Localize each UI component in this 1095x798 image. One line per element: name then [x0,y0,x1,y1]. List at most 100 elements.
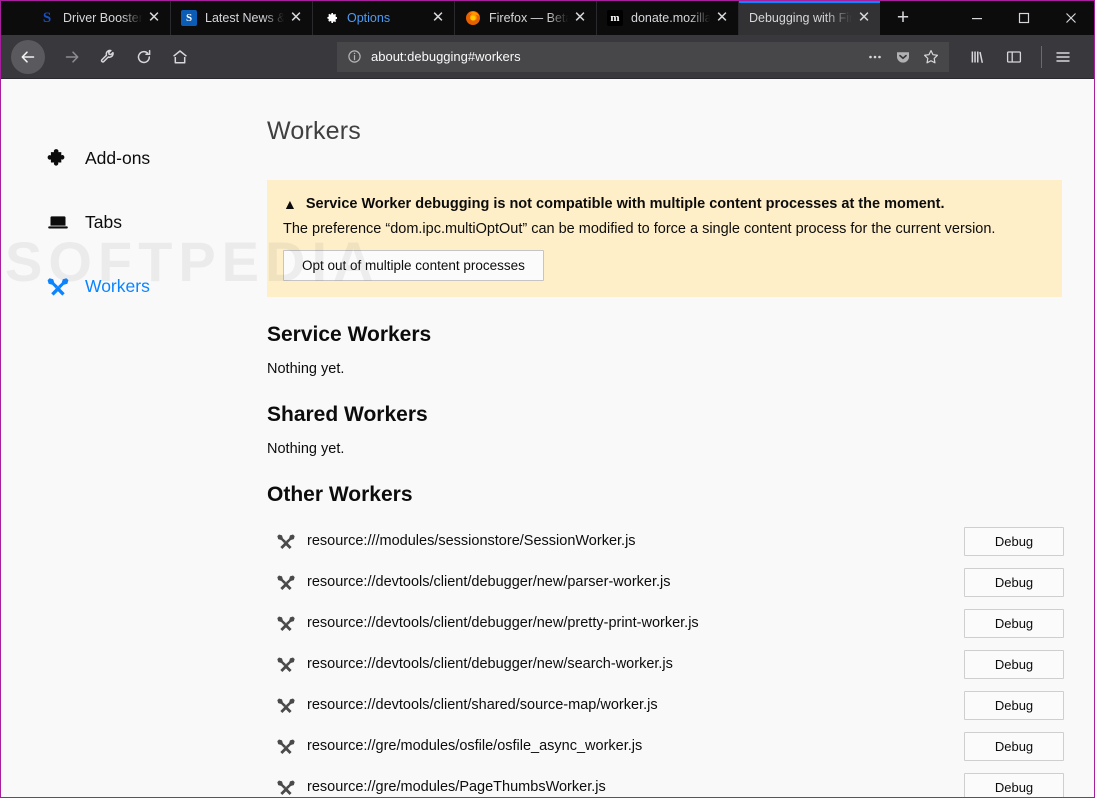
tab-driver-booster[interactable]: S Driver Booster Do ✕ [29,1,171,35]
tab-title: Latest News & R [205,11,286,25]
worker-row: resource://devtools/client/debugger/new/… [267,644,1064,685]
multiprocess-warning-box: ▲ Service Worker debugging is not compat… [267,180,1062,297]
library-icon[interactable] [963,42,993,72]
worker-row: resource://devtools/client/debugger/new/… [267,603,1064,644]
warning-subtext: The preference “dom.ipc.multiOptOut” can… [283,220,996,237]
sidebar-item-tabs[interactable]: Tabs [1,203,267,241]
gear-icon [323,10,339,26]
iobit-s-icon: S [42,9,52,26]
crossed-hammers-icon [275,530,297,552]
info-circle-icon[interactable] [347,49,362,64]
debug-button[interactable]: Debug [964,649,1064,679]
tab-donate-mozilla[interactable]: m donate.mozilla.o ✕ [597,1,739,35]
debugging-sidebar: Add-ons Tabs Workers [1,79,267,797]
sidebar-item-workers[interactable]: Workers [1,267,267,305]
tab-title: Debugging with Fire [749,11,854,25]
opt-out-button[interactable]: Opt out of multiple content processes [283,249,544,281]
browser-window: S Driver Booster Do ✕ S Latest News & R … [0,0,1095,798]
wrench-icon[interactable] [93,42,123,72]
sidebar-item-label: Add-ons [85,147,151,168]
worker-row: resource://devtools/client/debugger/new/… [267,562,1064,603]
worker-name: resource://gre/modules/osfile/osfile_asy… [307,738,643,755]
url-bar[interactable]: about:debugging#workers [337,41,949,72]
debug-button[interactable]: Debug [964,526,1064,556]
sidebar-toggle-icon[interactable] [999,42,1029,72]
maximize-icon[interactable] [1000,1,1047,35]
hamburger-menu-icon[interactable] [1048,42,1078,72]
sidebar-item-label: Workers [85,275,150,296]
forward-arrow-icon[interactable] [57,42,87,72]
worker-name: resource://devtools/client/shared/source… [307,697,658,714]
worker-name: resource://devtools/client/debugger/new/… [307,656,673,673]
tab-title: Options [347,11,391,25]
worker-row: resource://gre/modules/PageThumbsWorker.… [267,767,1064,797]
section-heading-other-workers: Other Workers [267,482,413,506]
crossed-hammers-icon [275,653,297,675]
sidebar-item-label: Tabs [85,211,122,232]
toolbar-separator [1041,45,1042,68]
toolbar-right-actions [963,42,1084,72]
tab-title: Driver Booster Do [63,11,144,25]
debug-button[interactable]: Debug [964,608,1064,638]
url-bar-actions [863,45,943,69]
worker-name: resource://devtools/client/debugger/new/… [307,615,699,632]
warning-heading: Service Worker debugging is not compatib… [305,196,945,212]
warning-triangle-icon: ▲ [283,196,297,212]
crossed-hammers-icon [275,776,297,797]
new-tab-button[interactable]: + [881,1,925,35]
crossed-hammers-icon [275,612,297,634]
tab-options[interactable]: Options ✕ [313,1,455,35]
home-icon[interactable] [165,42,195,72]
debug-button[interactable]: Debug [964,772,1064,797]
tab-close-icon[interactable]: ✕ [286,1,306,35]
warning-heading-row: ▲ Service Worker debugging is not compat… [283,196,1044,213]
tab-debugging-with-firefox[interactable]: Debugging with Fire ✕ [739,1,881,35]
tab-close-icon[interactable]: ✕ [144,1,164,35]
tab-close-icon[interactable]: ✕ [428,1,448,35]
shared-workers-empty: Nothing yet. [267,440,345,457]
navigation-toolbar: about:debugging#workers [1,35,1094,79]
close-icon[interactable] [1047,1,1094,35]
section-heading-shared-workers: Shared Workers [267,402,428,426]
puzzle-piece-icon [45,145,71,171]
tab-latest-news[interactable]: S Latest News & R ✕ [171,1,313,35]
service-workers-empty: Nothing yet. [267,360,345,377]
tab-title: Firefox — Beta N [489,11,570,25]
page-title: Workers [267,117,362,145]
worker-row: resource:///modules/sessionstore/Session… [267,521,1064,562]
tab-list: S Driver Booster Do ✕ S Latest News & R … [29,1,881,35]
debug-button[interactable]: Debug [964,690,1064,720]
tab-strip: S Driver Booster Do ✕ S Latest News & R … [1,1,1094,35]
ellipsis-icon[interactable] [863,45,887,69]
laptop-icon [45,209,71,235]
debug-button[interactable]: Debug [964,731,1064,761]
sidebar-item-addons[interactable]: Add-ons [1,139,267,177]
other-workers-list: resource:///modules/sessionstore/Session… [267,521,1064,797]
crossed-hammers-icon [275,694,297,716]
window-controls [953,1,1094,35]
debug-button[interactable]: Debug [964,567,1064,597]
back-arrow-icon[interactable] [11,39,45,74]
pocket-icon[interactable] [891,45,915,69]
mozilla-m-icon: m [607,10,623,26]
url-input[interactable]: about:debugging#workers [371,49,863,64]
workers-panel: Workers ▲ Service Worker debugging is no… [267,79,1094,797]
tab-firefox-beta[interactable]: Firefox — Beta N ✕ [455,1,597,35]
tabstrip-left-spacer [1,1,29,35]
tab-close-icon[interactable]: ✕ [854,1,874,35]
worker-name: resource://gre/modules/PageThumbsWorker.… [307,779,606,796]
reload-icon[interactable] [129,42,159,72]
crossed-hammers-icon [275,735,297,757]
crossed-hammers-icon [275,571,297,593]
softpedia-s-icon: S [181,10,197,26]
worker-name: resource:///modules/sessionstore/Session… [307,533,636,550]
tab-close-icon[interactable]: ✕ [570,1,590,35]
minimize-icon[interactable] [953,1,1000,35]
section-heading-service-workers: Service Workers [267,322,432,346]
page-content: SOFTPEDIA Add-ons Tabs Workers Workers ▲… [1,79,1094,797]
tab-close-icon[interactable]: ✕ [712,1,732,35]
worker-row: resource://gre/modules/osfile/osfile_asy… [267,726,1064,767]
star-icon[interactable] [919,45,943,69]
tab-title: donate.mozilla.o [631,11,712,25]
worker-row: resource://devtools/client/shared/source… [267,685,1064,726]
